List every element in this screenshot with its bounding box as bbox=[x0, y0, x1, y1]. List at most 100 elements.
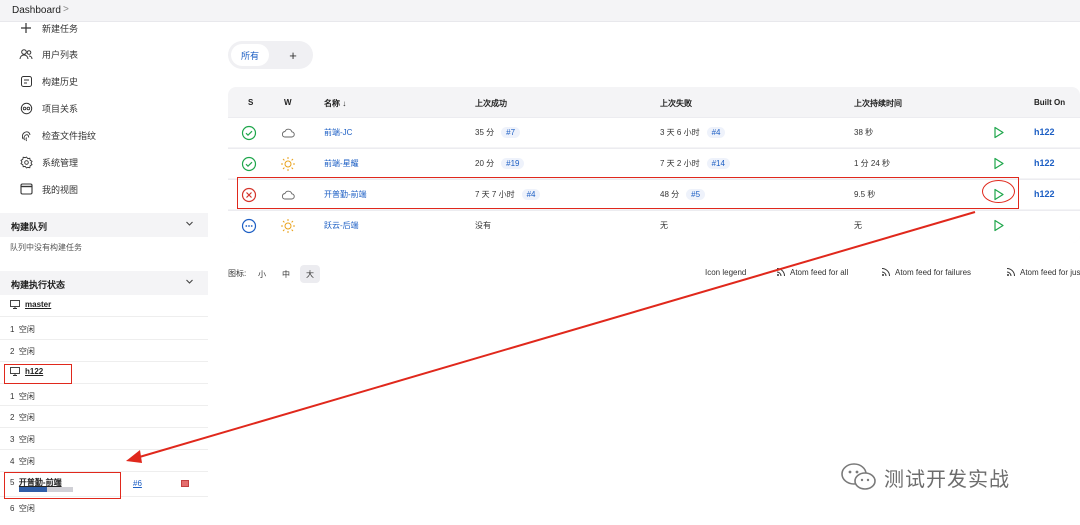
table-footer: 图标: 小 中 大 Icon legend Atom feed for all … bbox=[228, 265, 1080, 285]
icon-size-large[interactable]: 大 bbox=[300, 265, 320, 283]
last-failure: 7 天 2 小时 #14 bbox=[660, 158, 730, 169]
last-duration: 1 分 24 秒 bbox=[854, 159, 891, 168]
icon-size-small[interactable]: 小 bbox=[252, 265, 272, 283]
chevron-down-icon bbox=[185, 277, 194, 288]
last-success: 20 分 #19 bbox=[475, 158, 525, 169]
fingerprint-icon bbox=[18, 128, 34, 142]
watermark-text: 测试开发实战 bbox=[884, 468, 1010, 491]
rss-icon bbox=[776, 268, 785, 277]
build-badge[interactable]: #4 bbox=[706, 127, 726, 138]
chevron-down-icon bbox=[185, 219, 194, 230]
breadcrumb-dashboard[interactable]: Dashboard bbox=[12, 5, 61, 16]
icon-legend-link[interactable]: Icon legend bbox=[705, 268, 746, 277]
run-build-icon[interactable] bbox=[993, 126, 1005, 139]
chevron-right-icon: > bbox=[63, 4, 69, 15]
tab-all[interactable]: 所有 bbox=[231, 44, 269, 66]
executor-slot: 2 空闲 bbox=[10, 347, 35, 356]
sidebar-item-label: 构建历史 bbox=[42, 76, 79, 87]
node-name: master bbox=[25, 300, 52, 309]
header-last-success[interactable]: 上次成功 bbox=[475, 98, 507, 109]
run-build-icon[interactable] bbox=[993, 219, 1005, 232]
executor-slot: 6 空闲 bbox=[10, 504, 35, 513]
last-success: 35 分 #7 bbox=[475, 127, 521, 138]
atom-feed-all[interactable]: Atom feed for all bbox=[776, 267, 848, 277]
table-row: 前端-JC 35 分 #7 3 天 6 小时 #4 38 秒 h122 bbox=[228, 117, 1080, 147]
build-badge[interactable]: #14 bbox=[706, 158, 730, 169]
window-icon bbox=[18, 182, 34, 196]
sidebar-item-label: 新建任务 bbox=[42, 23, 79, 34]
built-on-node[interactable]: h122 bbox=[1034, 158, 1055, 168]
build-queue-empty: 队列中没有构建任务 bbox=[10, 243, 82, 252]
job-name-link[interactable]: 前端-星耀 bbox=[324, 158, 359, 169]
build-queue-header[interactable]: 构建队列 bbox=[0, 213, 208, 237]
last-duration: 无 bbox=[854, 221, 862, 230]
sidebar-item-users[interactable]: 用户列表 bbox=[18, 46, 78, 62]
sidebar: 新建任务 用户列表 构建历史 项目关系 检查文件指纹 系统管理 我的视图 构建队… bbox=[0, 22, 208, 525]
atom-feed-failures[interactable]: Atom feed for failures bbox=[881, 267, 971, 277]
table-row: 跃云-后端 没有 无 无 bbox=[228, 210, 1080, 243]
main-content: 所有 + S W 名称 ↓ 上次成功 上次失败 上次持续时间 Built On … bbox=[208, 22, 1080, 525]
sidebar-item-label: 项目关系 bbox=[42, 103, 79, 114]
last-duration: 38 秒 bbox=[854, 128, 874, 137]
run-build-icon[interactable] bbox=[993, 157, 1005, 170]
executor-node-master[interactable]: master bbox=[10, 300, 51, 309]
sunny-icon bbox=[281, 157, 295, 171]
sidebar-item-manage[interactable]: 系统管理 bbox=[18, 154, 78, 170]
build-queue-title: 构建队列 bbox=[11, 222, 48, 232]
icon-size-label: 图标: bbox=[228, 269, 247, 278]
executor-slot: 3 空闲 bbox=[10, 435, 35, 444]
last-failure: 3 天 6 小时 #4 bbox=[660, 127, 726, 138]
rss-icon bbox=[881, 268, 890, 277]
success-icon bbox=[241, 125, 257, 141]
stop-build-icon[interactable] bbox=[181, 480, 189, 487]
icon-size-medium[interactable]: 中 bbox=[276, 265, 296, 283]
annotation-highlight-executor bbox=[4, 472, 121, 499]
build-badge[interactable]: #7 bbox=[501, 127, 521, 138]
computer-icon bbox=[10, 300, 20, 309]
header-status[interactable]: S bbox=[248, 98, 253, 107]
job-name-link[interactable]: 跃云-后端 bbox=[324, 220, 359, 231]
atom-feed-latest[interactable]: Atom feed for just latest builds bbox=[1006, 267, 1080, 277]
sidebar-item-fingerprint[interactable]: 检查文件指纹 bbox=[18, 127, 96, 143]
annotation-highlight-node bbox=[4, 364, 72, 384]
sidebar-item-my-views[interactable]: 我的视图 bbox=[18, 181, 78, 197]
build-badge[interactable]: #19 bbox=[501, 158, 525, 169]
header-name[interactable]: 名称 ↓ bbox=[324, 98, 346, 109]
gear-icon bbox=[18, 155, 34, 169]
executors-header[interactable]: 构建执行状态 bbox=[0, 271, 208, 295]
sidebar-item-label: 系统管理 bbox=[42, 157, 79, 168]
users-icon bbox=[18, 47, 34, 61]
history-icon bbox=[18, 74, 34, 88]
header-last-duration[interactable]: 上次持续时间 bbox=[854, 98, 902, 109]
table-row: 前端-星耀 20 分 #19 7 天 2 小时 #14 1 分 24 秒 h122 bbox=[228, 148, 1080, 178]
add-view-button[interactable]: + bbox=[282, 44, 304, 66]
sidebar-item-build-history[interactable]: 构建历史 bbox=[18, 73, 78, 89]
view-tabs: 所有 + bbox=[228, 41, 313, 69]
annotation-highlight-run bbox=[982, 180, 1015, 203]
sunny-icon bbox=[281, 219, 295, 233]
built-on-node[interactable]: h122 bbox=[1034, 189, 1055, 199]
executor-slot: 1 空闲 bbox=[10, 392, 35, 401]
breadcrumb: Dashboard > bbox=[0, 0, 1080, 22]
running-build-number[interactable]: #6 bbox=[133, 479, 142, 488]
built-on-node[interactable]: h122 bbox=[1034, 127, 1055, 137]
sidebar-item-new-job[interactable]: 新建任务 bbox=[18, 20, 78, 36]
plus-icon bbox=[18, 21, 34, 35]
executor-slot: 1 空闲 bbox=[10, 325, 35, 334]
sidebar-item-project-relationship[interactable]: 项目关系 bbox=[18, 100, 78, 116]
cloudy-icon bbox=[281, 128, 295, 138]
not-built-icon bbox=[241, 218, 257, 234]
sidebar-item-label: 检查文件指纹 bbox=[42, 130, 97, 141]
jobs-table: S W 名称 ↓ 上次成功 上次失败 上次持续时间 Built On 前端-JC… bbox=[228, 87, 1080, 243]
watermark: 测试开发实战 bbox=[840, 462, 1010, 492]
relationship-icon bbox=[18, 101, 34, 115]
executor-slot: 2 空闲 bbox=[10, 413, 35, 422]
sidebar-item-label: 用户列表 bbox=[42, 49, 79, 60]
last-failure: 无 bbox=[660, 221, 668, 230]
sidebar-item-label: 我的视图 bbox=[42, 184, 79, 195]
header-weather[interactable]: W bbox=[284, 98, 292, 107]
header-built-on[interactable]: Built On bbox=[1034, 98, 1065, 107]
header-last-failure[interactable]: 上次失败 bbox=[660, 98, 692, 109]
rss-icon bbox=[1006, 268, 1015, 277]
job-name-link[interactable]: 前端-JC bbox=[324, 127, 352, 138]
